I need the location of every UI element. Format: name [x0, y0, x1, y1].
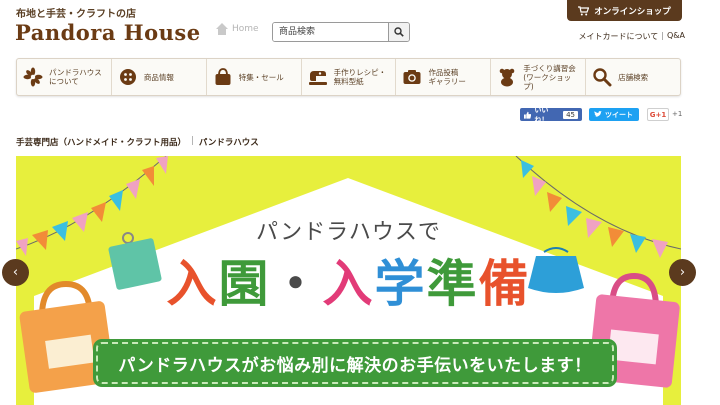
breadcrumb-site[interactable]: パンドラハウス — [199, 136, 259, 148]
tweet-label: ツイート — [605, 110, 633, 119]
nav-item-recipes[interactable]: 手作りレシピ・ 無料型紙 — [302, 59, 397, 95]
banner-title-char: 準 — [426, 255, 479, 313]
flower-icon — [23, 67, 43, 87]
site-logo[interactable]: Pandora House — [15, 20, 201, 45]
nav-label: 商品情報 — [143, 72, 174, 82]
banner-subtitle: パンドラハウスで — [256, 220, 441, 245]
google-plus-button[interactable]: G+1 — [647, 108, 669, 121]
sewing-machine-icon — [308, 67, 328, 87]
qa-link[interactable]: Q&A — [667, 31, 685, 42]
nav-item-workshop[interactable]: 手づくり講習会 (ワークショップ) — [491, 59, 587, 95]
banner-title: 入園・入学準備 — [16, 244, 681, 316]
nav-label-sub: (ワークショップ) — [523, 72, 572, 91]
gplus-count: +1 — [672, 110, 683, 118]
nav-label: 店舗検索 — [618, 72, 649, 82]
breadcrumb-separator: | — [191, 136, 194, 146]
bear-icon — [497, 67, 517, 87]
breadcrumb-page: 手芸専門店（ハンドメイド・クラフト用品） — [16, 138, 187, 148]
banner-title-char: 備 — [478, 255, 531, 313]
camera-icon — [402, 67, 422, 87]
twitter-bird-icon — [594, 111, 602, 117]
gplus-label: G+1 — [649, 110, 667, 119]
nav-label: 作品投稿 — [428, 68, 459, 77]
facebook-like-button[interactable]: いいね！ 45 — [520, 106, 582, 124]
mate-card-link[interactable]: メイトカードについて — [579, 31, 659, 42]
main-nav: パンドラハウス について 商品情報 特集・セール 手作りレシピ・ 無料型紙 作品… — [16, 58, 681, 96]
nav-item-features[interactable]: 特集・セール — [207, 59, 302, 95]
bag-icon — [213, 67, 233, 87]
link-separator: | — [661, 31, 664, 40]
banner-title-char: ・ — [270, 255, 323, 313]
banner-title-char: 学 — [374, 255, 427, 313]
nav-item-store-search[interactable]: 店舗検索 — [586, 59, 680, 95]
search-button[interactable] — [388, 23, 409, 41]
search-icon — [394, 27, 404, 37]
banner-title-char: 入 — [166, 255, 219, 313]
nav-label: パンドラハウス — [49, 68, 102, 77]
hero-banner[interactable]: パンドラハウスで 入園・入学準備 パンドラハウスがお悩み別に解決のお手伝いをいた… — [16, 156, 681, 405]
home-label: Home — [232, 24, 259, 34]
nav-item-products[interactable]: 商品情報 — [112, 59, 207, 95]
button-icon — [118, 67, 138, 87]
carousel-next-button[interactable]: › — [669, 259, 696, 286]
online-shop-label: オンラインショップ — [594, 6, 671, 17]
search-input[interactable] — [273, 23, 388, 41]
banner-catchphrase: パンドラハウスがお悩み別に解決のお手伝いをいたします！ — [93, 339, 617, 387]
banner-title-char: 入 — [322, 255, 375, 313]
site-search — [272, 22, 410, 42]
nav-item-gallery[interactable]: 作品投稿 ギャラリー — [396, 59, 492, 95]
site-tagline: 布地と手芸・クラフトの店 — [16, 9, 136, 20]
like-label: いいね！ — [534, 105, 549, 124]
like-count: 45 — [563, 110, 578, 119]
online-shop-button[interactable]: オンラインショップ — [567, 0, 682, 21]
nav-label: 特集・セール — [238, 72, 284, 82]
home-link[interactable]: Home — [215, 22, 259, 36]
nav-label: 手作りレシピ・ — [333, 68, 387, 77]
cart-icon — [578, 5, 590, 15]
nav-label: 手づくり講習会 — [523, 63, 576, 73]
banner-title-char: 園 — [218, 255, 271, 313]
nav-item-about[interactable]: パンドラハウス について — [17, 59, 112, 95]
carousel-prev-button[interactable]: ‹ — [2, 259, 29, 286]
top-links: メイトカードについて | Q&A — [579, 31, 685, 42]
nav-label-sub: について — [49, 77, 79, 86]
thumbs-up-icon — [524, 111, 532, 119]
tweet-button[interactable]: ツイート — [589, 108, 639, 121]
nav-label-sub: 無料型紙 — [333, 77, 364, 86]
nav-label-sub: ギャラリー — [428, 77, 466, 86]
home-icon — [216, 23, 228, 35]
breadcrumb: 手芸専門店（ハンドメイド・クラフト用品） | パンドラハウス — [16, 136, 259, 148]
search-icon — [592, 67, 612, 87]
